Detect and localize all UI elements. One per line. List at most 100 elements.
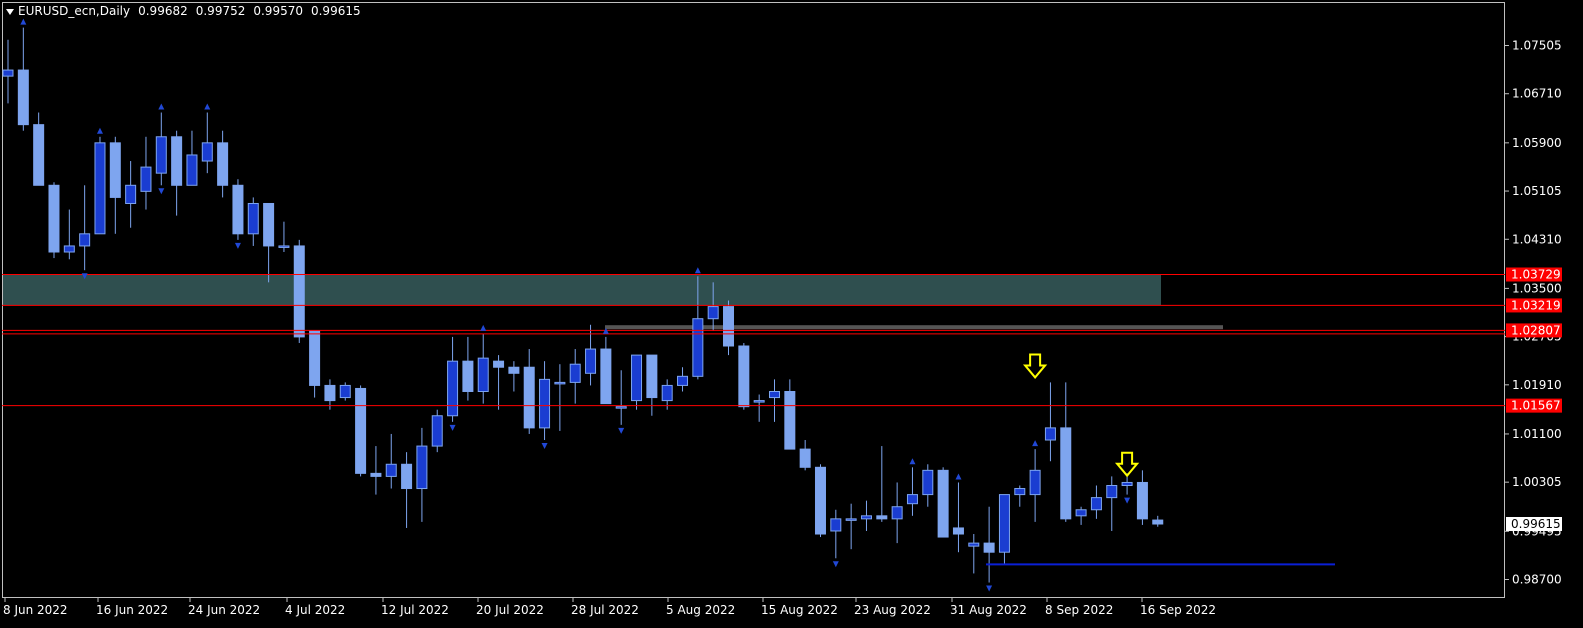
candle[interactable] [94, 136, 106, 235]
candle[interactable] [186, 130, 198, 186]
candle[interactable] [125, 161, 137, 228]
x-tick-label: 16 Sep 2022 [1140, 603, 1216, 617]
candle[interactable] [63, 209, 75, 260]
candle[interactable] [738, 342, 750, 410]
candle[interactable] [462, 336, 474, 401]
candle-body [140, 166, 152, 192]
candle[interactable] [17, 27, 29, 131]
candle[interactable] [569, 349, 581, 404]
candle[interactable] [232, 179, 244, 240]
candle-body [309, 330, 321, 386]
candle[interactable] [922, 464, 934, 507]
candle-body [125, 184, 137, 204]
candle[interactable] [508, 361, 520, 392]
current-price-label: 0.99615 [1511, 517, 1561, 531]
candle[interactable] [876, 446, 888, 522]
candle[interactable] [845, 503, 857, 550]
candle[interactable] [998, 494, 1010, 565]
candle[interactable] [263, 202, 275, 283]
candle[interactable] [401, 452, 413, 528]
candle-body [600, 348, 612, 405]
candle-body [723, 306, 735, 347]
candle[interactable] [48, 182, 60, 259]
candle[interactable] [79, 185, 91, 271]
candle[interactable] [309, 330, 321, 398]
resistance-zone[interactable] [3, 274, 1161, 306]
candle[interactable] [431, 409, 443, 453]
candle[interactable] [2, 39, 14, 104]
candle[interactable] [799, 440, 811, 471]
candle[interactable] [155, 112, 167, 186]
candle[interactable] [1136, 470, 1148, 525]
candle[interactable] [631, 354, 643, 410]
candle[interactable] [109, 136, 121, 234]
candle[interactable] [1152, 515, 1164, 527]
candle-body [799, 448, 811, 468]
candle[interactable] [140, 136, 152, 210]
candle[interactable] [769, 379, 780, 422]
candle[interactable] [278, 221, 290, 253]
fractal-up-icon [694, 267, 701, 274]
candle-body [661, 384, 673, 402]
candle[interactable] [830, 509, 842, 559]
candle-body [1136, 481, 1148, 520]
candle[interactable] [723, 300, 735, 356]
candle[interactable] [201, 112, 213, 174]
candle[interactable] [677, 367, 689, 392]
candle[interactable] [983, 506, 995, 583]
candle[interactable] [952, 482, 964, 553]
candle-body [293, 245, 305, 338]
candle-body [508, 366, 520, 374]
candle-body [48, 184, 60, 253]
candle[interactable] [293, 239, 305, 343]
candle[interactable] [1044, 382, 1056, 462]
candle-body [983, 542, 995, 553]
level-price-label: 1.01567 [1511, 399, 1561, 413]
candle[interactable] [171, 130, 183, 216]
candle[interactable] [1075, 506, 1087, 525]
fractal-down-icon [986, 585, 993, 592]
candle[interactable] [1014, 485, 1026, 507]
candle[interactable] [891, 482, 903, 544]
candle-body [769, 390, 780, 399]
candle[interactable] [1106, 476, 1118, 531]
candle[interactable] [814, 464, 826, 538]
candle[interactable] [247, 197, 259, 246]
x-tick-label: 20 Jul 2022 [476, 603, 544, 617]
down-arrow-icon[interactable] [1114, 451, 1140, 478]
candle[interactable] [1090, 485, 1102, 519]
candle[interactable] [33, 112, 45, 186]
candle[interactable] [447, 336, 459, 422]
candle[interactable] [1029, 449, 1041, 522]
candle[interactable] [646, 354, 658, 416]
down-arrow-icon[interactable] [1022, 353, 1048, 380]
candle-body [63, 245, 75, 253]
candle[interactable] [416, 427, 428, 522]
candle[interactable] [539, 361, 551, 441]
symbol-label: EURUSD_ecn,Daily [18, 4, 131, 18]
candle[interactable] [615, 370, 627, 425]
candle[interactable] [860, 500, 872, 531]
symbol-menu-chevron-down-icon[interactable] [6, 8, 14, 15]
candle[interactable] [339, 382, 351, 401]
candle[interactable] [753, 394, 765, 422]
candle[interactable] [1060, 382, 1072, 522]
candle[interactable] [600, 336, 612, 405]
x-tick-label: 12 Jul 2022 [381, 603, 449, 617]
candle[interactable] [554, 364, 566, 431]
candle[interactable] [968, 534, 980, 574]
candle[interactable] [355, 385, 367, 477]
candle[interactable] [906, 467, 918, 516]
candle-body [615, 406, 627, 409]
candle[interactable] [493, 355, 505, 410]
candle[interactable] [385, 433, 397, 489]
candle[interactable] [370, 446, 382, 495]
y-tick-label: 1.00305 [1512, 475, 1562, 489]
candle[interactable] [784, 379, 796, 450]
candle[interactable] [937, 467, 949, 538]
candle[interactable] [523, 349, 535, 434]
fractal-up-icon [1032, 440, 1039, 447]
candle[interactable] [477, 333, 489, 404]
price-chart[interactable]: 1.07505 1.06710 1.05900 1.05105 1.04310 1.035… [0, 0, 1583, 628]
candle[interactable] [217, 130, 229, 198]
